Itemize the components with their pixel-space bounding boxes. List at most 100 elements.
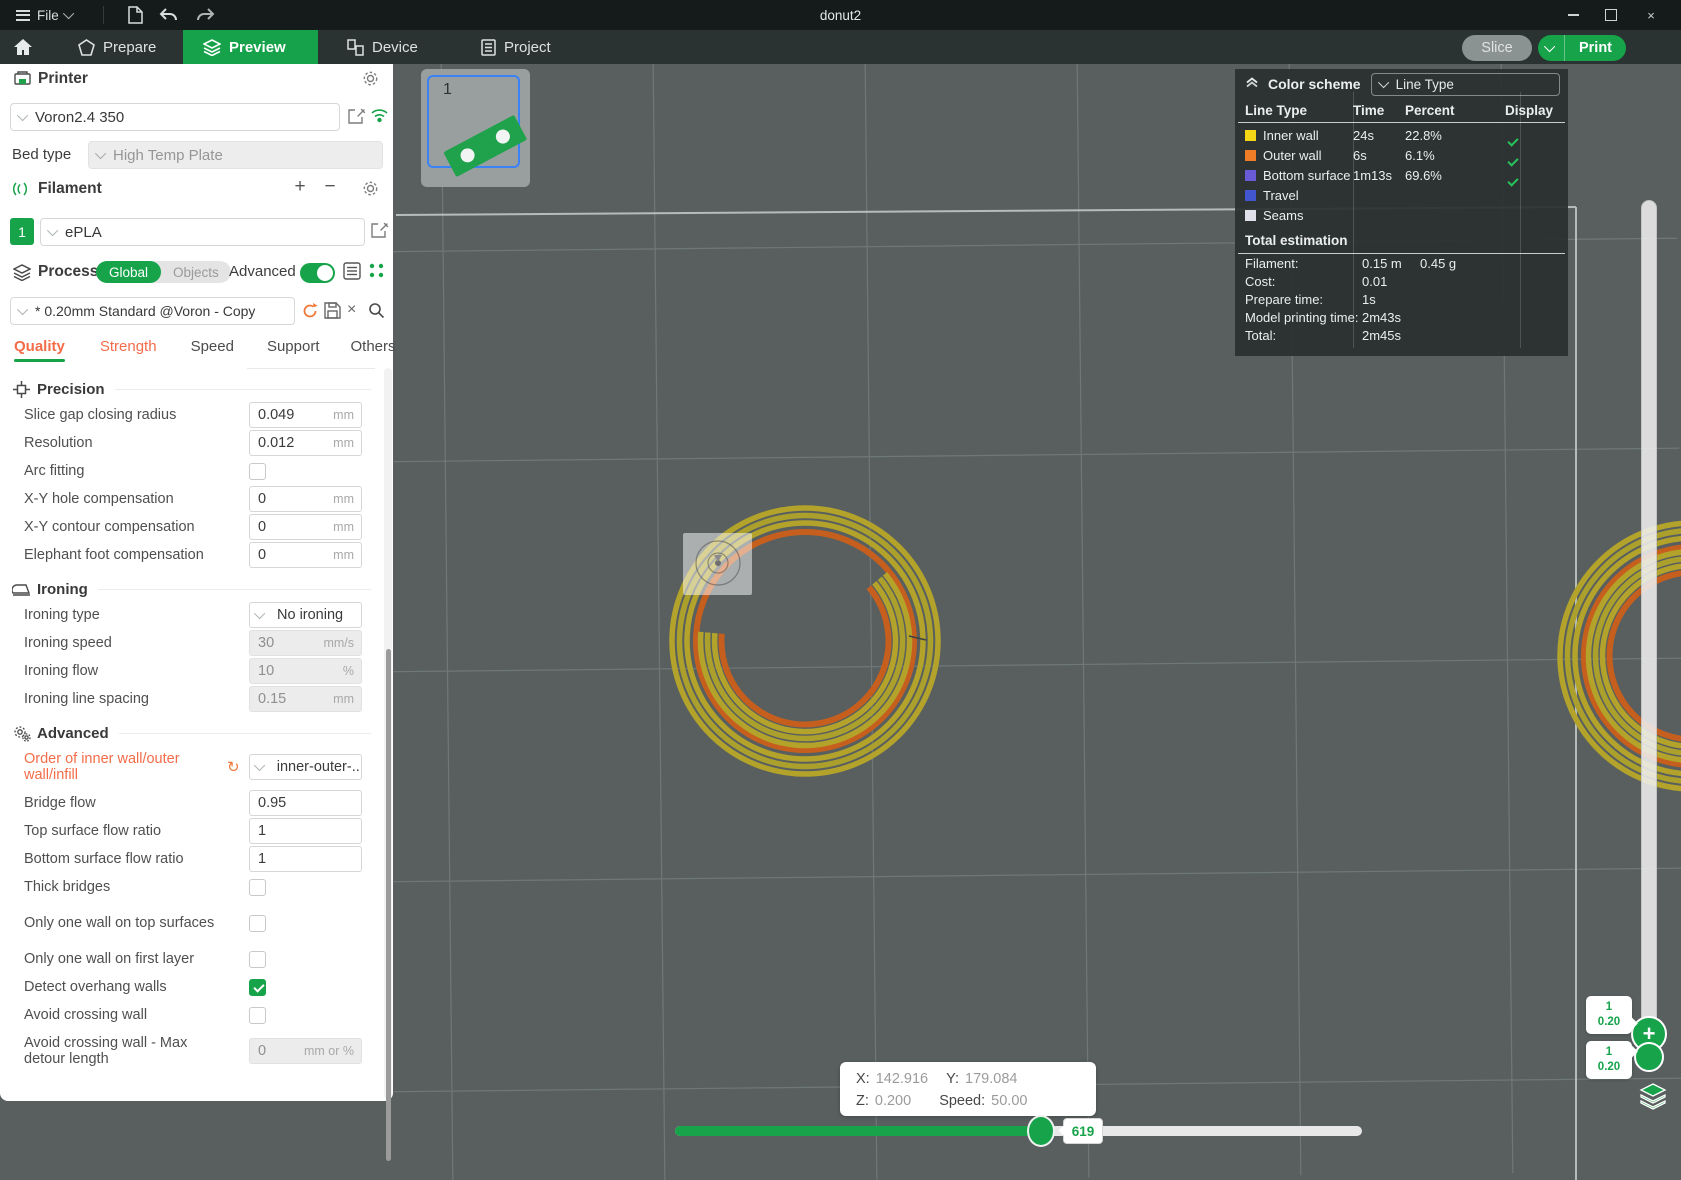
printer-select[interactable]: Voron2.4 350 [10, 103, 340, 131]
compare-presets-icon[interactable] [368, 262, 386, 285]
label-elephant-foot-compensation: Elephant foot compensation [24, 546, 204, 563]
tab-others[interactable]: Others [351, 338, 396, 362]
tab-device[interactable]: Device [327, 30, 438, 64]
minimize-button[interactable] [1558, 4, 1588, 26]
input-bridge-flow[interactable]: 0.95 [249, 790, 362, 816]
layers-view-icon[interactable] [1638, 1082, 1668, 1110]
close-button[interactable]: × [1636, 4, 1666, 26]
filament-slot-badge[interactable]: 1 [10, 218, 34, 245]
tab-support[interactable]: Support [267, 338, 320, 362]
input-ironing-speed[interactable]: 30 mm/s [249, 630, 362, 656]
setting-row: Bridge flow 0.95 [0, 789, 381, 817]
color-scheme-select[interactable]: Line Type [1370, 72, 1560, 96]
setting-row: Detect overhang walls [0, 973, 381, 1001]
save-preset-icon[interactable] [324, 302, 341, 324]
plate-thumbnail[interactable]: 1 [421, 69, 530, 187]
reset-preset-icon[interactable] [301, 302, 319, 325]
maximize-button[interactable] [1596, 4, 1626, 26]
layer-slider-bottom-handle[interactable] [1634, 1042, 1664, 1072]
select-ironing-type[interactable]: No ironing [249, 602, 362, 628]
layer-slider[interactable] [1641, 200, 1657, 1040]
input-top-surface-flow-ratio[interactable]: 1 [249, 818, 362, 844]
reset-icon[interactable]: ↻ [227, 758, 245, 776]
panel-scrollbar[interactable] [384, 368, 392, 1161]
checkbox-only-one-wall-on-top-surfaces[interactable] [249, 914, 266, 932]
filament-select[interactable]: ePLA [40, 218, 365, 246]
input-value: 0.049 [258, 407, 295, 423]
input-ironing-line-spacing[interactable]: 0.15 mm [249, 686, 362, 712]
line-type-time: 6s [1353, 147, 1367, 163]
section-title: Ironing [37, 580, 88, 598]
label-ironing-flow: Ironing flow [24, 662, 99, 679]
process-scope-toggle[interactable]: Global Objects [96, 261, 231, 283]
advanced-toggle[interactable] [300, 263, 335, 283]
slice-button[interactable]: Slice [1462, 35, 1532, 61]
process-preset-select[interactable]: * 0.20mm Standard @Voron - Copy [10, 297, 295, 325]
checkbox-detect-overhang-walls[interactable] [249, 978, 266, 996]
redo-button[interactable] [194, 5, 216, 25]
filament-settings-gear-icon[interactable] [362, 180, 379, 202]
input-slice-gap-closing-radius[interactable]: 0.049 mm [249, 402, 362, 428]
input-unit: mm [333, 520, 354, 534]
bed-type-select[interactable]: High Temp Plate [88, 141, 383, 169]
input-value: 1 [258, 851, 267, 867]
tab-project[interactable]: Project [461, 30, 571, 64]
scrollbar-thumb[interactable] [386, 649, 391, 1161]
delete-preset-icon[interactable]: × [347, 301, 356, 319]
estimation-value-2: 0.45 g [1420, 256, 1457, 271]
checkbox-arc-fitting[interactable] [249, 462, 266, 480]
printer-wifi-icon[interactable] [370, 107, 389, 126]
input-bottom-surface-flow-ratio[interactable]: 1 [249, 846, 362, 872]
input-avoid-crossing-wall-max-detour-length[interactable]: 0 mm or % [249, 1038, 362, 1064]
home-button[interactable] [6, 34, 40, 60]
collapse-panel-icon[interactable] [1245, 75, 1259, 93]
nozzle-position-marker [683, 533, 752, 595]
input-elephant-foot-compensation[interactable]: 0 mm [249, 542, 362, 568]
select-order-of-inner-wall-outer-wall-infill[interactable]: inner-outer-... [249, 754, 362, 780]
setting-row: Avoid crossing wall - Max detour length 0… [0, 1029, 381, 1073]
scope-global-option[interactable]: Global [96, 261, 162, 283]
tab-strength[interactable]: Strength [100, 338, 157, 362]
tab-prepare[interactable]: Prepare [58, 30, 176, 64]
move-slider-fill [675, 1126, 1043, 1136]
add-filament-button[interactable]: + [291, 176, 309, 198]
chevron-down-icon [62, 7, 75, 20]
label-slice-gap-closing-radius: Slice gap closing radius [24, 406, 177, 423]
estimation-divider [1238, 253, 1565, 254]
undo-button[interactable] [158, 5, 180, 25]
setting-list-icon[interactable] [343, 262, 361, 285]
filament-edit-icon[interactable] [370, 221, 389, 240]
chevron-down-icon [253, 760, 266, 772]
tab-quality[interactable]: Quality [14, 338, 65, 362]
filament-spool-icon [13, 181, 31, 197]
gcode-move-slider[interactable]: 619 [675, 1115, 1362, 1147]
print-button[interactable]: Print [1538, 35, 1626, 61]
file-menu-button[interactable]: File [8, 3, 82, 27]
new-project-button[interactable] [124, 5, 146, 25]
bed-type-label: Bed type [12, 146, 72, 163]
tab-preview[interactable]: Preview [183, 30, 318, 64]
input-value: 0 [258, 491, 267, 507]
line-type-swatch [1245, 209, 1256, 221]
setting-row: Thick bridges [0, 873, 381, 901]
printer-edit-icon[interactable] [347, 107, 366, 126]
checkbox-thick-bridges[interactable] [249, 878, 266, 896]
settings-panel: Printer Voron2.4 350 Bed type High Temp … [0, 64, 396, 1161]
legend-row-bottom-surface: Bottom surface 1m13s 69.6% [1235, 165, 1568, 185]
move-slider-knob[interactable] [1027, 1115, 1055, 1147]
print-dropdown-chevron[interactable] [1538, 35, 1565, 61]
input-x-y-hole-compensation[interactable]: 0 mm [249, 486, 362, 512]
checkbox-only-one-wall-on-first-layer[interactable] [249, 950, 266, 968]
line-type-name: Travel [1245, 188, 1353, 203]
input-resolution[interactable]: 0.012 mm [249, 430, 362, 456]
checkbox-avoid-crossing-wall[interactable] [249, 1006, 266, 1024]
select-value: No ironing [277, 607, 344, 623]
tab-speed[interactable]: Speed [191, 338, 234, 362]
scope-objects-option[interactable]: Objects [161, 261, 231, 283]
printer-settings-gear-icon[interactable] [362, 70, 379, 92]
input-ironing-flow[interactable]: 10% [249, 658, 362, 684]
remove-filament-button[interactable]: − [321, 176, 339, 198]
search-preset-icon[interactable] [368, 302, 385, 324]
setting-row: Ironing speed 30 mm/s [0, 629, 381, 657]
input-x-y-contour-compensation[interactable]: 0 mm [249, 514, 362, 540]
